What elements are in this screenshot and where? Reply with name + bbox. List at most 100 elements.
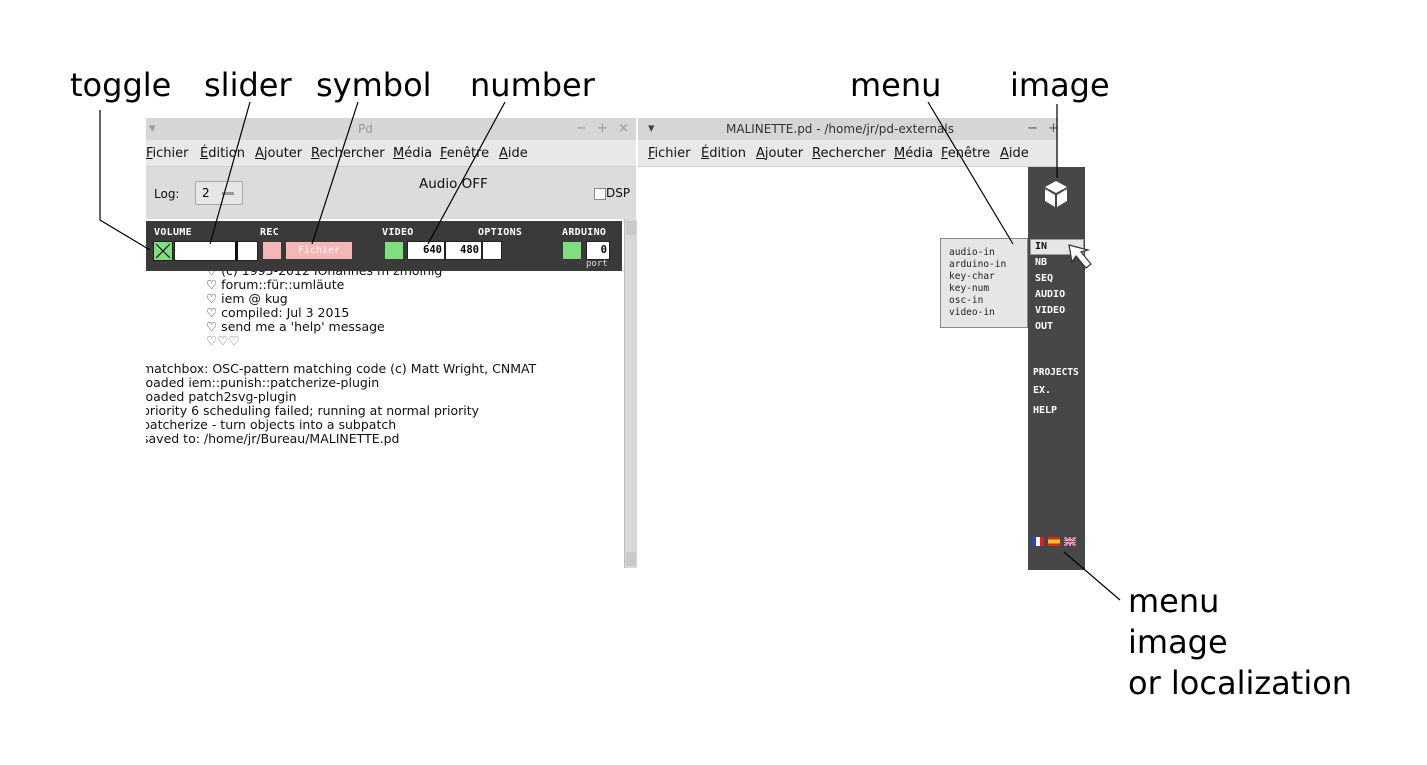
uk-flag-icon[interactable] <box>1064 537 1076 546</box>
menu-fenetre[interactable]: Fenêtre <box>941 146 990 161</box>
menu-fichier[interactable]: Fichier <box>648 146 691 161</box>
popup-item-audio-in[interactable]: audio-in <box>949 247 995 258</box>
log-line: loaded iem::punish::patcherize-plugin <box>146 375 380 390</box>
pd-title: Pd <box>358 122 373 136</box>
arduino-toggle[interactable] <box>563 242 581 259</box>
minimize-icon[interactable]: − <box>1027 121 1038 136</box>
log-level-select[interactable]: 2 <box>195 181 243 205</box>
sidebar-item-examples[interactable]: EX. <box>1033 385 1051 396</box>
dsp-checkbox[interactable] <box>594 188 606 200</box>
french-flag-icon[interactable] <box>1032 537 1044 546</box>
label-menu: menu <box>850 66 942 104</box>
options-box[interactable] <box>482 241 502 260</box>
log-line: priority 6 scheduling failed; running at… <box>146 403 480 418</box>
in-popup-menu: audio-in arduino-in key-char key-num osc… <box>940 238 1028 328</box>
log-label: Log: <box>154 187 180 201</box>
symbol-box[interactable]: Fichier <box>286 242 352 259</box>
log-line: ♡ send me a 'help' message <box>206 319 385 334</box>
log-line: ♡ iem @ kug <box>206 291 288 306</box>
log-line: saved to: /home/jr/Bureau/MALINETTE.pd <box>146 431 400 446</box>
spanish-flag-icon[interactable] <box>1048 537 1060 546</box>
menu-media[interactable]: Média <box>894 146 933 161</box>
pd-titlebar: ▾ Pd − + × <box>146 118 636 140</box>
menu-fenetre[interactable]: Fenêtre <box>440 146 489 161</box>
scroll-up-arrow[interactable] <box>626 221 636 235</box>
dsp-label: DSP <box>606 186 631 200</box>
sidebar-item-projects[interactable]: PROJECTS <box>1033 367 1079 378</box>
audio-status: Audio OFF <box>419 176 488 192</box>
dropdown-icon <box>222 192 234 195</box>
menu-media[interactable]: Média <box>393 146 432 161</box>
window-menu-icon[interactable]: ▾ <box>648 121 655 136</box>
volume-toggle[interactable] <box>153 241 173 261</box>
sidebar-item-video[interactable]: VIDEO <box>1035 305 1065 316</box>
menu-ajouter[interactable]: Ajouter <box>756 146 803 161</box>
rec-toggle[interactable] <box>263 242 281 259</box>
menu-rechercher[interactable]: Rechercher <box>812 146 886 161</box>
arduino-label: ARDUINO <box>562 227 607 238</box>
cross-icon <box>155 243 171 259</box>
port-label: port <box>586 259 608 269</box>
cube-logo-icon[interactable] <box>1043 179 1069 209</box>
popup-item-key-num[interactable]: key-num <box>949 283 989 294</box>
popup-item-key-char[interactable]: key-char <box>949 271 995 282</box>
port-number[interactable]: 0 <box>586 241 610 260</box>
log-line: ♡ compiled: Jul 3 2015 <box>206 305 350 320</box>
sidebar-item-audio[interactable]: AUDIO <box>1035 289 1065 300</box>
malinette-sidebar: IN NB SEQ AUDIO VIDEO OUT PROJECTS EX. H… <box>1028 167 1085 570</box>
malinette-menubar: Fichier Édition Ajouter Rechercher Média… <box>638 140 1058 167</box>
menu-edition[interactable]: Édition <box>701 146 746 161</box>
sidebar-item-out[interactable]: OUT <box>1035 321 1053 332</box>
maximize-icon[interactable]: + <box>597 121 608 136</box>
malinette-titlebar: ▾ MALINETTE.pd - /home/jr/pd-externals −… <box>638 118 1059 140</box>
menu-edition[interactable]: Édition <box>200 146 245 161</box>
label-toggle: toggle <box>70 66 172 104</box>
malinette-title: MALINETTE.pd - /home/jr/pd-externals <box>726 122 954 136</box>
window-menu-icon[interactable]: ▾ <box>149 121 156 136</box>
malinette-window: ▾ MALINETTE.pd - /home/jr/pd-externals −… <box>638 118 1092 570</box>
options-label: OPTIONS <box>478 227 523 238</box>
minimize-icon[interactable]: − <box>576 121 587 136</box>
log-line: patcherize - turn objects into a subpatc… <box>146 417 397 432</box>
toggle-leader-line <box>99 110 151 251</box>
sidebar-item-in[interactable]: IN <box>1035 241 1047 252</box>
popup-item-osc-in[interactable]: osc-in <box>949 295 983 306</box>
slider-handle[interactable] <box>235 242 238 260</box>
control-panel: VOLUME REC VIDEO OPTIONS ARDUINO Fichier… <box>146 221 622 271</box>
sidebar-item-help[interactable]: HELP <box>1033 405 1057 416</box>
volume-slider[interactable] <box>174 241 258 261</box>
width-number[interactable]: 640 <box>407 241 445 260</box>
log-line: ♡ forum::für::umläute <box>206 277 345 292</box>
sidebar-item-nb[interactable]: NB <box>1035 257 1047 268</box>
sidebar-item-seq[interactable]: SEQ <box>1035 273 1053 284</box>
height-number[interactable]: 480 <box>445 241 482 260</box>
close-icon[interactable]: × <box>618 121 629 136</box>
pd-toolbar: Log: 2 Audio OFF DSP <box>146 167 636 219</box>
scroll-down-arrow[interactable] <box>626 552 636 566</box>
label-bottom-1: menu <box>1128 582 1220 620</box>
maximize-icon[interactable]: + <box>1048 121 1059 136</box>
pd-console: ♡ (c) 1995-2012 IOhannes m zmölnig ♡ for… <box>146 219 624 568</box>
menu-fichier[interactable]: Fichier <box>146 146 189 161</box>
label-symbol: symbol <box>316 66 432 104</box>
menu-aide[interactable]: Aide <box>1000 146 1029 161</box>
popup-item-arduino-in[interactable]: arduino-in <box>949 259 1006 270</box>
label-bottom-2: image <box>1128 623 1228 661</box>
video-label: VIDEO <box>382 227 414 238</box>
console-scrollbar[interactable] <box>624 219 637 568</box>
pd-menubar: Fichier Édition Ajouter Rechercher Média… <box>146 140 636 167</box>
volume-label: VOLUME <box>154 227 192 238</box>
log-line: loaded patch2svg-plugin <box>146 389 297 404</box>
label-number: number <box>470 66 595 104</box>
menu-ajouter[interactable]: Ajouter <box>255 146 302 161</box>
log-level-value: 2 <box>202 186 210 200</box>
rec-label: REC <box>260 227 279 238</box>
video-toggle[interactable] <box>385 242 403 259</box>
patch-canvas[interactable] <box>638 167 1028 570</box>
label-slider: slider <box>204 66 292 104</box>
mouse-pointer-icon <box>1068 244 1092 269</box>
label-bottom-3: or localization <box>1128 664 1353 702</box>
menu-aide[interactable]: Aide <box>499 146 528 161</box>
popup-item-video-in[interactable]: video-in <box>949 307 995 318</box>
menu-rechercher[interactable]: Rechercher <box>311 146 385 161</box>
